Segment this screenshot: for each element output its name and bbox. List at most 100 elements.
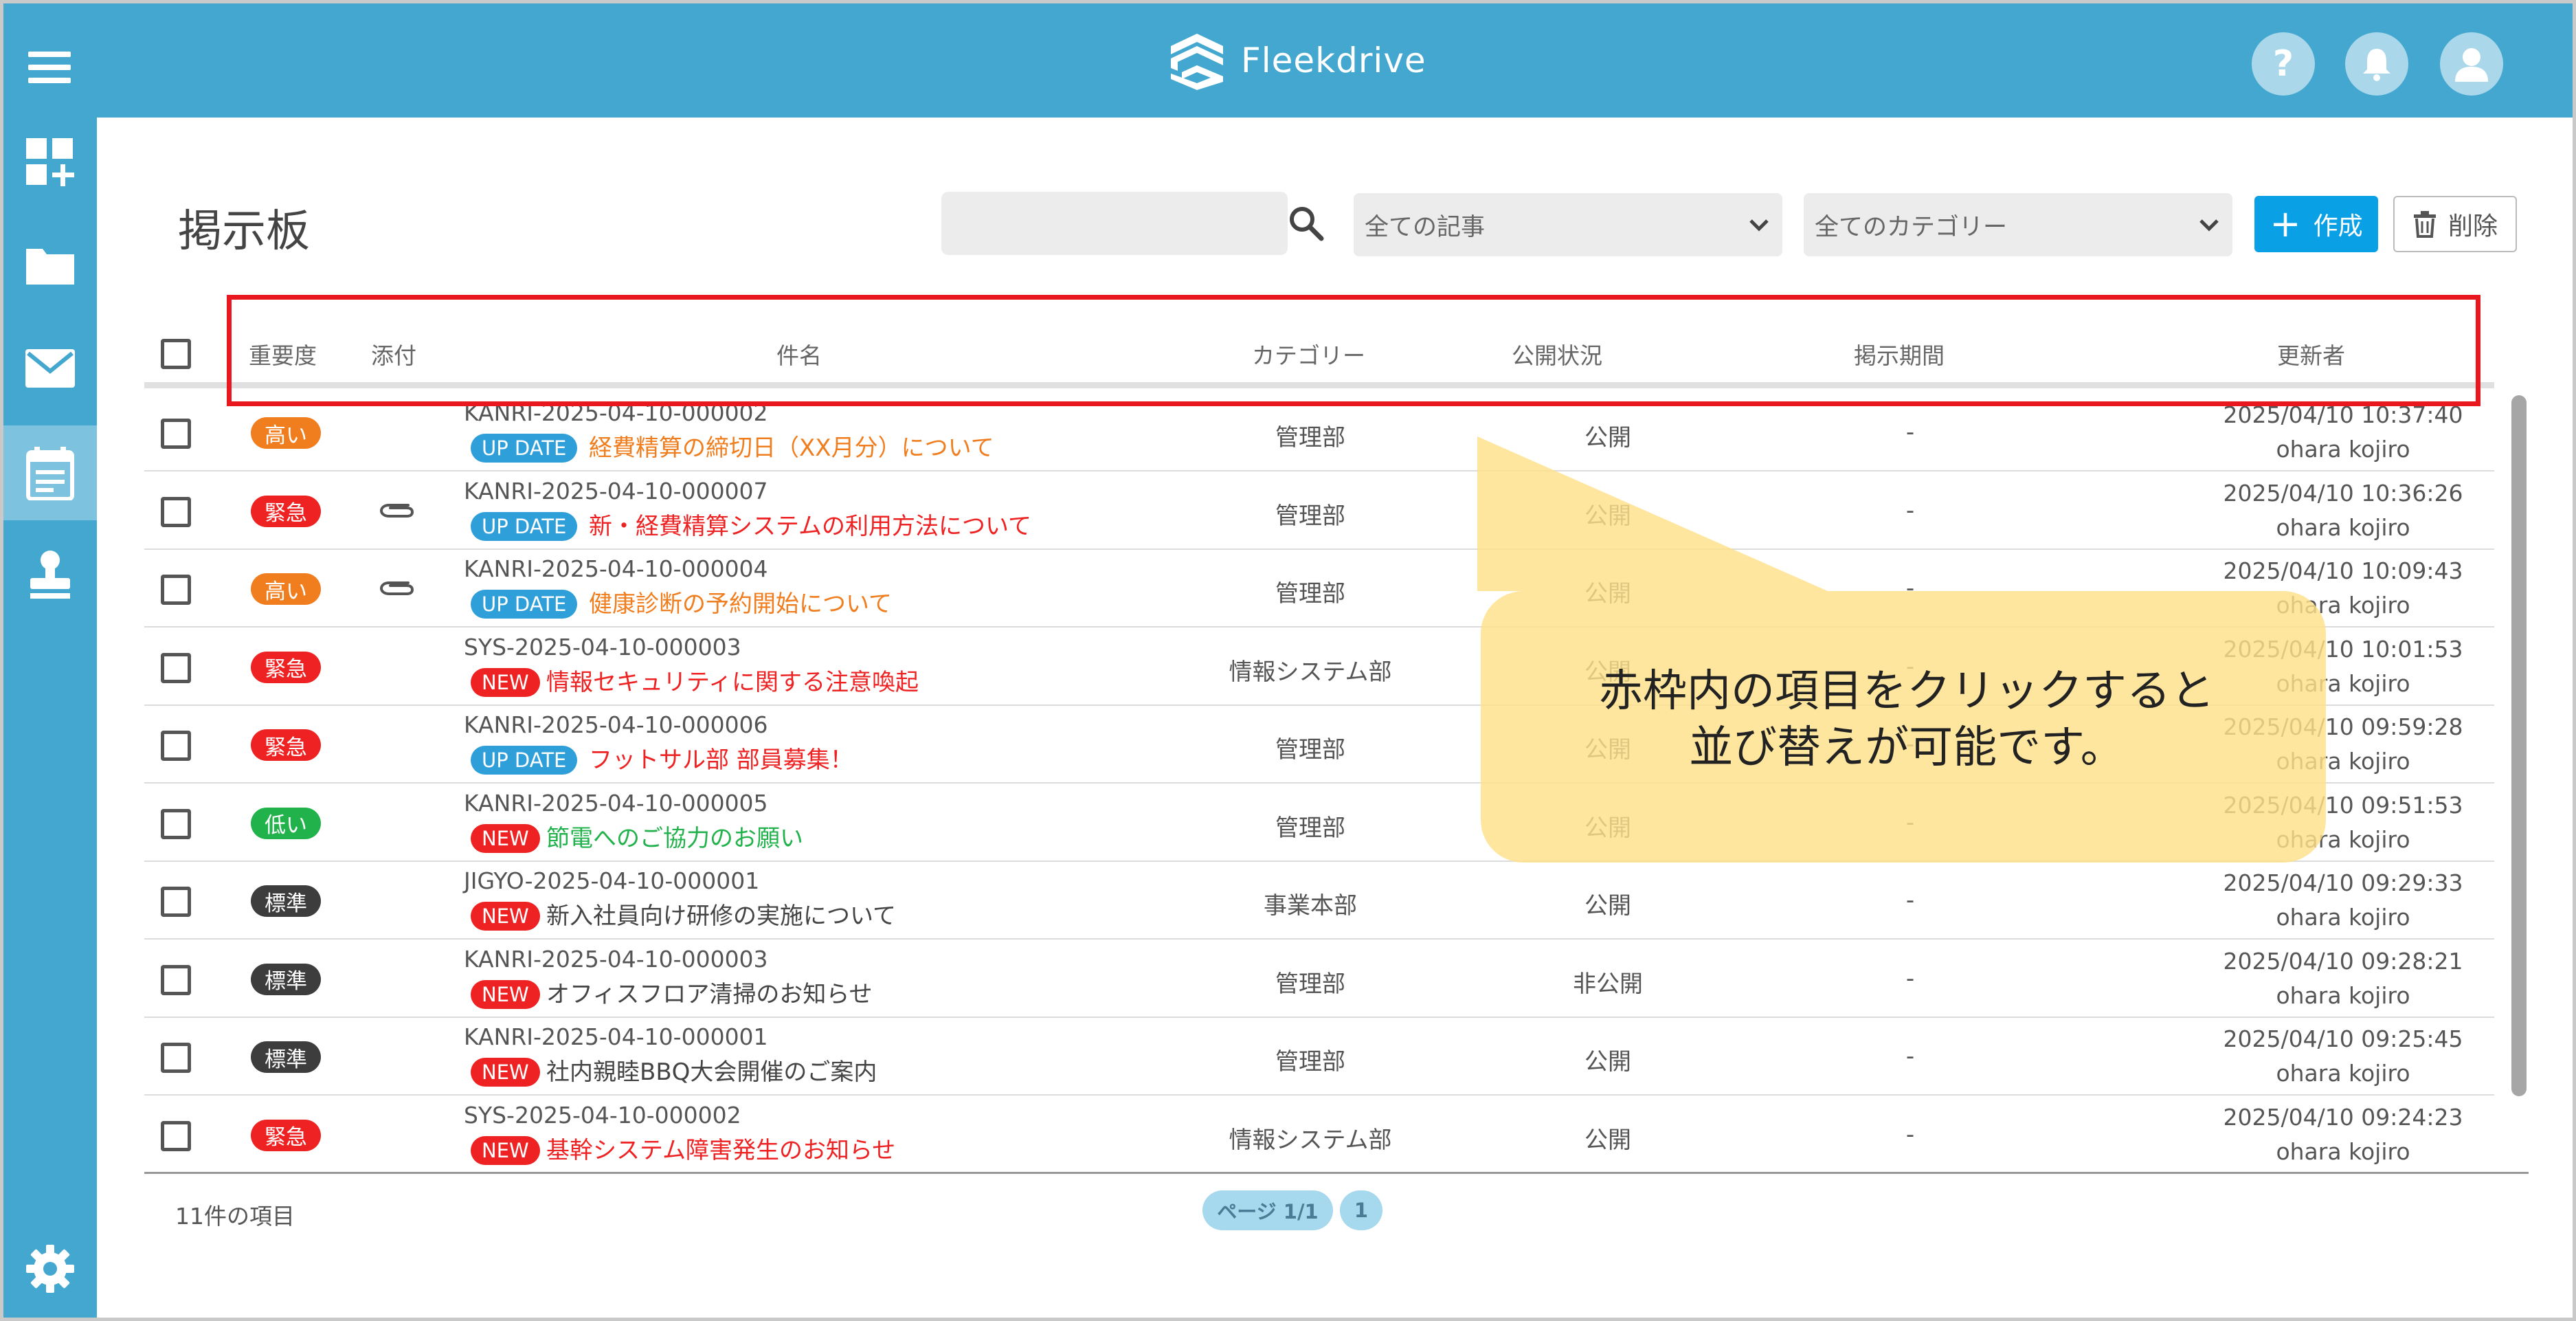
article-title-link[interactable]: フットサル部 部員募集！: [589, 746, 853, 775]
row-checkbox[interactable]: [161, 1043, 191, 1073]
paperclip-icon[interactable]: [378, 576, 416, 599]
article-code: SYS-2025-04-10-000002: [464, 1101, 741, 1129]
priority-badge: 低い: [251, 807, 321, 839]
menu-icon[interactable]: [28, 52, 71, 83]
delete-label: 削除: [2448, 212, 2498, 241]
period-cell: -: [1905, 1043, 1915, 1070]
category-filter-value: 全てのカテゴリー: [1815, 213, 2008, 241]
updater-cell: 2025/04/10 10:09:43 ohara kojiro: [2206, 554, 2480, 623]
updater-cell: 2025/04/10 09:51:53 ohara kojiro: [2206, 788, 2480, 857]
category-cell: 事業本部: [1264, 892, 1357, 920]
table-row[interactable]: 緊急 SYS-2025-04-10-000002 NEW 基幹システム障害発生のお知ら…: [144, 1096, 2494, 1174]
callout-line-2: 並び替えが可能です。: [1689, 722, 2125, 773]
sidebar-item-approval[interactable]: [3, 530, 97, 619]
category-cell: 管理部: [1275, 736, 1345, 764]
table-row[interactable]: 緊急 KANRI-2025-04-10-000007 UP DATE 新・経費精算シス…: [144, 472, 2494, 550]
updater-cell: 2025/04/10 09:24:23 ohara kojiro: [2206, 1100, 2480, 1169]
updater-name: ohara kojiro: [2276, 981, 2410, 1009]
paperclip-icon[interactable]: [378, 498, 416, 522]
vertical-scrollbar[interactable]: [2511, 395, 2527, 1096]
priority-badge: 標準: [251, 1041, 321, 1073]
mail-icon: [25, 349, 75, 388]
article-title-link[interactable]: 健康診断の予約開始について: [589, 590, 892, 619]
updated-timestamp: 2025/04/10 10:36:26: [2223, 479, 2463, 507]
article-title-link[interactable]: 新入社員向け研修の実施について: [546, 902, 896, 931]
updated-timestamp: 2025/04/10 09:24:23: [2223, 1103, 2463, 1131]
updater-cell: 2025/04/10 10:36:26 ohara kojiro: [2206, 476, 2480, 545]
row-checkbox[interactable]: [161, 419, 191, 449]
period-cell: -: [1905, 419, 1915, 446]
updater-cell: 2025/04/10 09:25:45 ohara kojiro: [2206, 1022, 2480, 1091]
article-title-link[interactable]: 新・経費精算システムの利用方法について: [589, 512, 1031, 541]
updated-timestamp: 2025/04/10 09:28:21: [2223, 947, 2463, 975]
logo-mark-icon: [1171, 34, 1223, 90]
row-checkbox[interactable]: [161, 887, 191, 917]
table-divider: [144, 1172, 2529, 1174]
article-code: KANRI-2025-04-10-000003: [464, 945, 768, 973]
updater-name: ohara kojiro: [2276, 904, 2410, 931]
period-cell: -: [1905, 575, 1915, 602]
help-button[interactable]: ?: [2252, 32, 2315, 96]
sidebar-item-dashboard[interactable]: [3, 118, 97, 207]
delete-button[interactable]: 削除: [2393, 196, 2517, 252]
search-input[interactable]: [941, 192, 1288, 255]
status-cell: 公開: [1584, 580, 1631, 608]
period-cell: -: [1905, 887, 1915, 914]
category-filter-select[interactable]: 全てのカテゴリー: [1804, 193, 2232, 256]
article-filter-select[interactable]: 全ての記事: [1354, 193, 1782, 256]
table-row[interactable]: 低い KANRI-2025-04-10-000005 NEW 節電へのご協力のお願い 管…: [144, 784, 2494, 862]
article-status-badge: UP DATE: [471, 590, 578, 619]
row-checkbox[interactable]: [161, 731, 191, 761]
sidebar-item-settings[interactable]: [3, 1224, 97, 1313]
sidebar-item-folder[interactable]: [3, 221, 97, 310]
search-icon[interactable]: [1287, 204, 1325, 243]
period-cell: -: [1905, 964, 1915, 992]
sidebar-item-bulletin-board[interactable]: [3, 425, 97, 520]
user-account-button[interactable]: [2440, 32, 2503, 96]
gear-icon: [26, 1245, 74, 1293]
table-row[interactable]: 標準 JIGYO-2025-04-10-000001 NEW 新入社員向け研修の実施に…: [144, 862, 2494, 940]
category-cell: 管理部: [1275, 502, 1345, 530]
period-cell: -: [1905, 808, 1915, 836]
row-checkbox[interactable]: [161, 1120, 191, 1151]
article-title-link[interactable]: 節電へのご協力のお願い: [546, 824, 803, 853]
item-count: 11件の項目: [175, 1203, 295, 1230]
status-cell: 公開: [1584, 502, 1631, 530]
category-cell: 情報システム部: [1229, 658, 1392, 686]
updated-timestamp: 2025/04/10 10:09:43: [2223, 557, 2463, 584]
sidebar-item-mail[interactable]: [3, 324, 97, 413]
dashboard-add-icon: [26, 138, 74, 186]
period-cell: -: [1905, 1120, 1915, 1148]
select-all-checkbox[interactable]: [161, 339, 191, 369]
article-code: KANRI-2025-04-10-000001: [464, 1023, 768, 1050]
row-checkbox[interactable]: [161, 808, 191, 839]
pager-page-button[interactable]: 1: [1340, 1190, 1382, 1230]
chevron-down-icon: [2199, 219, 2219, 232]
notification-button[interactable]: [2345, 32, 2408, 96]
stamp-icon: [30, 551, 70, 599]
category-cell: 情報システム部: [1229, 1126, 1392, 1154]
table-row[interactable]: 標準 KANRI-2025-04-10-000001 NEW 社内親睦BBQ大会開催の…: [144, 1018, 2494, 1096]
priority-badge: 緊急: [251, 651, 321, 683]
updated-timestamp: 2025/04/10 09:25:45: [2223, 1025, 2463, 1052]
help-icon: ?: [2272, 43, 2294, 85]
article-title-link[interactable]: 経費精算の締切日（XX月分）について: [589, 434, 994, 463]
article-title-link[interactable]: 社内親睦BBQ大会開催のご案内: [546, 1058, 877, 1087]
table-row[interactable]: 標準 KANRI-2025-04-10-000003 NEW オフィスフロア清掃のお知…: [144, 940, 2494, 1018]
priority-badge: 標準: [251, 963, 321, 995]
article-title-link[interactable]: オフィスフロア清掃のお知らせ: [546, 980, 873, 1009]
pager-label: ページ 1/1: [1202, 1190, 1333, 1230]
sidebar: [3, 118, 97, 1318]
table-row[interactable]: 高い KANRI-2025-04-10-000004 UP DATE 健康診断の予約開…: [144, 550, 2494, 628]
article-title-link[interactable]: 基幹システム障害発生のお知らせ: [546, 1136, 895, 1165]
article-title-link[interactable]: 情報セキュリティに関する注意喚起: [546, 668, 919, 697]
updater-cell: 2025/04/10 09:28:21 ohara kojiro: [2206, 944, 2480, 1013]
updater-name: ohara kojiro: [2276, 513, 2410, 541]
row-checkbox[interactable]: [161, 652, 191, 683]
category-cell: 管理部: [1275, 1048, 1345, 1076]
row-checkbox[interactable]: [161, 575, 191, 605]
row-checkbox[interactable]: [161, 964, 191, 995]
row-checkbox[interactable]: [161, 496, 191, 527]
create-button[interactable]: + 作成: [2254, 196, 2378, 252]
article-code: SYS-2025-04-10-000003: [464, 633, 741, 660]
